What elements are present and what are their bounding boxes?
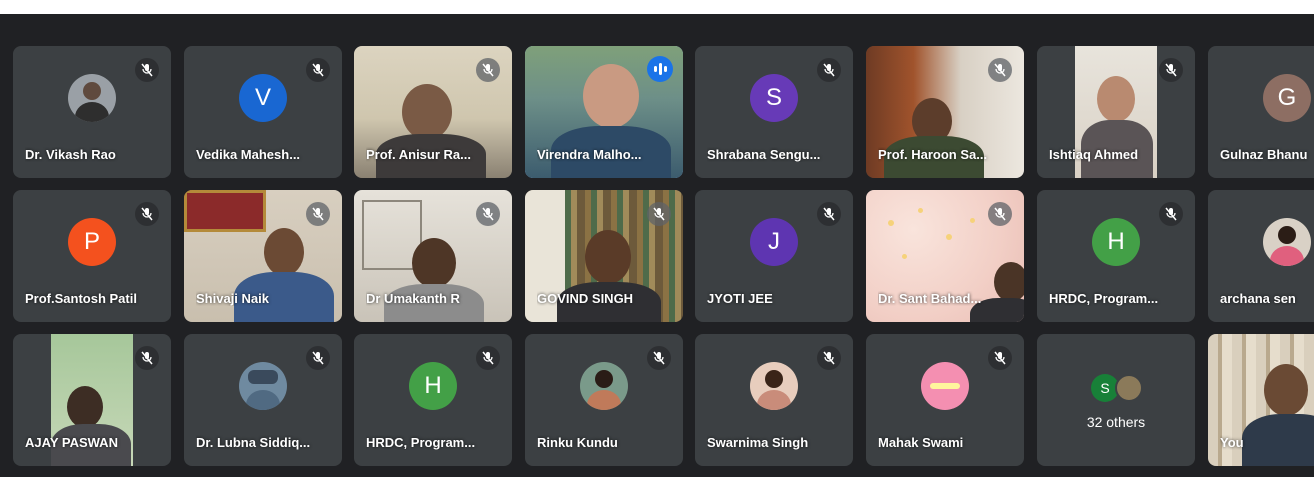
participant-tile[interactable]: Dr. Lubna Siddiq...: [184, 334, 342, 466]
participant-tile[interactable]: Dr. Sant Bahad...: [866, 190, 1024, 322]
participant-name: Virendra Malho...: [537, 147, 642, 162]
participant-tile[interactable]: Prof. Anisur Ra...: [354, 46, 512, 178]
avatar: G: [1263, 74, 1311, 122]
participant-tile[interactable]: H HRDC, Program...: [1037, 190, 1195, 322]
participant-name: JYOTI JEE: [707, 291, 773, 306]
participant-tile[interactable]: archana sen: [1208, 190, 1314, 322]
mic-off-icon: [817, 58, 841, 82]
participant-name: HRDC, Program...: [1049, 291, 1159, 306]
mic-off-icon: [647, 202, 671, 226]
participant-name: Shivaji Naik: [196, 291, 269, 306]
avatar: [750, 362, 798, 410]
avatar: V: [239, 74, 287, 122]
avatar: S: [750, 74, 798, 122]
mic-off-icon: [476, 346, 500, 370]
participant-name: AJAY PASWAN: [25, 435, 118, 450]
participant-tile[interactable]: P Prof.Santosh Patil: [13, 190, 171, 322]
participant-name: Shrabana Sengu...: [707, 147, 821, 162]
others-count: 32 others: [1086, 414, 1146, 430]
participant-name: Dr. Vikash Rao: [25, 147, 116, 162]
participant-tile[interactable]: Swarnima Singh: [695, 334, 853, 466]
avatar: H: [409, 362, 457, 410]
avatar: H: [1092, 218, 1140, 266]
participant-tile[interactable]: Dr. Vikash Rao: [13, 46, 171, 178]
participant-tile[interactable]: Prof. Haroon Sa...: [866, 46, 1024, 178]
mic-off-icon: [1159, 58, 1183, 82]
participant-name: Ishtiaq Ahmed: [1049, 147, 1139, 162]
mic-off-icon: [476, 202, 500, 226]
participant-name: Prof. Haroon Sa...: [878, 147, 988, 162]
participant-name: Rinku Kundu: [537, 435, 618, 450]
participant-tile[interactable]: Mahak Swami: [866, 334, 1024, 466]
mic-off-icon: [988, 202, 1012, 226]
avatar: [239, 362, 287, 410]
participant-name: Dr Umakanth R: [366, 291, 460, 306]
participant-name: Mahak Swami: [878, 435, 964, 450]
avatar: J: [750, 218, 798, 266]
others-tile[interactable]: S 32 others: [1037, 334, 1195, 466]
participant-tile[interactable]: Virendra Malho...: [525, 46, 683, 178]
participant-name: You: [1220, 435, 1244, 450]
mic-off-icon: [476, 58, 500, 82]
mic-off-icon: [306, 202, 330, 226]
participant-tile[interactable]: Shivaji Naik: [184, 190, 342, 322]
participant-tile[interactable]: H HRDC, Program...: [354, 334, 512, 466]
mic-off-icon: [988, 346, 1012, 370]
participant-tile[interactable]: Dr Umakanth R: [354, 190, 512, 322]
participant-name: GOVIND SINGH: [537, 291, 634, 306]
mic-off-icon: [135, 58, 159, 82]
participant-name: Vedika Mahesh...: [196, 147, 301, 162]
meeting-grid: Dr. Vikash Rao V Vedika Mahesh... Prof. …: [0, 14, 1314, 477]
mic-off-icon: [647, 346, 671, 370]
participant-name: archana sen: [1220, 291, 1296, 306]
participant-tile[interactable]: G Gulnaz Bhanu: [1208, 46, 1314, 178]
participant-name: Dr. Sant Bahad...: [878, 291, 982, 306]
avatar: [1115, 374, 1143, 402]
participant-tile[interactable]: AJAY PASWAN: [13, 334, 171, 466]
participant-name: HRDC, Program...: [366, 435, 476, 450]
participant-name: Gulnaz Bhanu: [1220, 147, 1308, 162]
participant-tile[interactable]: Ishtiaq Ahmed: [1037, 46, 1195, 178]
mic-off-icon: [306, 58, 330, 82]
avatar: [580, 362, 628, 410]
speaking-indicator-icon: [647, 56, 673, 82]
mic-off-icon: [817, 202, 841, 226]
mic-off-icon: [817, 346, 841, 370]
mic-off-icon: [135, 346, 159, 370]
avatar: P: [68, 218, 116, 266]
mic-off-icon: [1159, 202, 1183, 226]
mic-off-icon: [135, 202, 159, 226]
self-tile[interactable]: You: [1208, 334, 1314, 466]
participant-tile[interactable]: J JYOTI JEE: [695, 190, 853, 322]
participant-name: Prof.Santosh Patil: [25, 291, 137, 306]
participant-name: Dr. Lubna Siddiq...: [196, 435, 311, 450]
participant-name: Prof. Anisur Ra...: [366, 147, 471, 162]
participant-tile[interactable]: GOVIND SINGH: [525, 190, 683, 322]
participant-tile[interactable]: V Vedika Mahesh...: [184, 46, 342, 178]
avatar: [68, 74, 116, 122]
mic-off-icon: [306, 346, 330, 370]
participant-tile[interactable]: Rinku Kundu: [525, 334, 683, 466]
participant-tile[interactable]: S Shrabana Sengu...: [695, 46, 853, 178]
participant-name: Swarnima Singh: [707, 435, 809, 450]
avatar: [921, 362, 969, 410]
mic-off-icon: [988, 58, 1012, 82]
avatar: [1263, 218, 1311, 266]
